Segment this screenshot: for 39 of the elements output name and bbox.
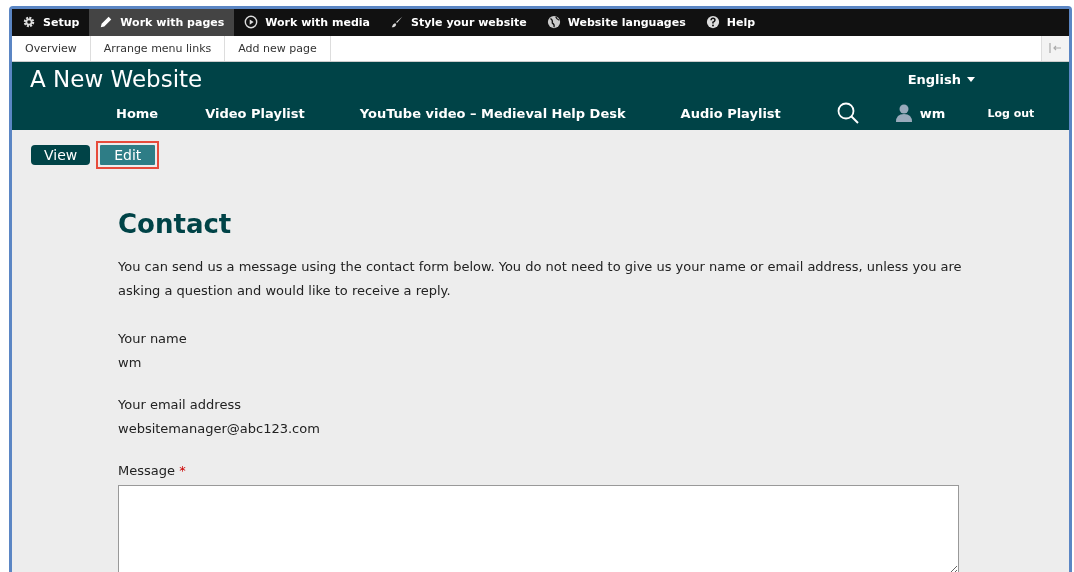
globe-icon — [546, 15, 561, 30]
field-value: wm — [118, 354, 143, 372]
collapse-toolbar-button[interactable] — [1041, 35, 1069, 61]
nav-link[interactable]: Audio Playlist — [680, 105, 781, 121]
toolbar-tab[interactable]: Work with media — [234, 9, 380, 36]
caret-icon — [967, 76, 975, 82]
required-mark: * — [179, 463, 186, 478]
field-label: Message — [118, 463, 175, 478]
user-icon — [895, 104, 912, 122]
toolbar-link[interactable]: Arrange menu links — [90, 35, 226, 61]
toolbar-link[interactable]: Overview — [12, 35, 91, 61]
search-icon[interactable] — [835, 101, 860, 125]
nav-link[interactable]: YouTube video – Medieval Help Desk — [359, 105, 626, 121]
nav-link[interactable]: Home — [116, 105, 159, 121]
tab[interactable]: View — [31, 145, 91, 165]
tab[interactable]: Edit — [100, 145, 156, 165]
gear-icon — [22, 15, 36, 30]
field-label: Your email address — [118, 396, 242, 414]
play-icon — [244, 15, 259, 30]
toolbar-tab[interactable]: Help — [695, 9, 766, 36]
nav-link[interactable]: Video Playlist — [205, 105, 305, 121]
site-name[interactable]: A New Website — [30, 66, 203, 92]
help-icon — [705, 15, 720, 30]
user-link[interactable]: wm — [919, 105, 946, 121]
toolbar-tab[interactable]: Style your website — [380, 9, 537, 36]
collapse-icon — [1048, 42, 1063, 53]
field-value: websitemanager@abc123.com — [118, 420, 321, 438]
language-dropdown[interactable]: English — [901, 70, 981, 88]
toolbar-tab[interactable]: Setup — [12, 9, 90, 36]
pencil-icon — [99, 15, 114, 30]
toolbar-tab[interactable]: Website languages — [536, 9, 696, 36]
logout-link[interactable]: Log out — [987, 106, 1035, 120]
page-title: Contact — [118, 209, 233, 239]
intro-text: You can send us a message using the contact form below. You do not need to give us your name or email address, unless you are asking a question and would like to receive a reply. — [118, 258, 963, 300]
toolbar-link[interactable]: Add new page — [225, 35, 331, 61]
toolbar-tab[interactable]: Work with pages — [89, 9, 235, 36]
brush-icon — [390, 15, 404, 30]
message-field[interactable] — [118, 485, 959, 572]
field-label: Your name — [118, 330, 188, 348]
